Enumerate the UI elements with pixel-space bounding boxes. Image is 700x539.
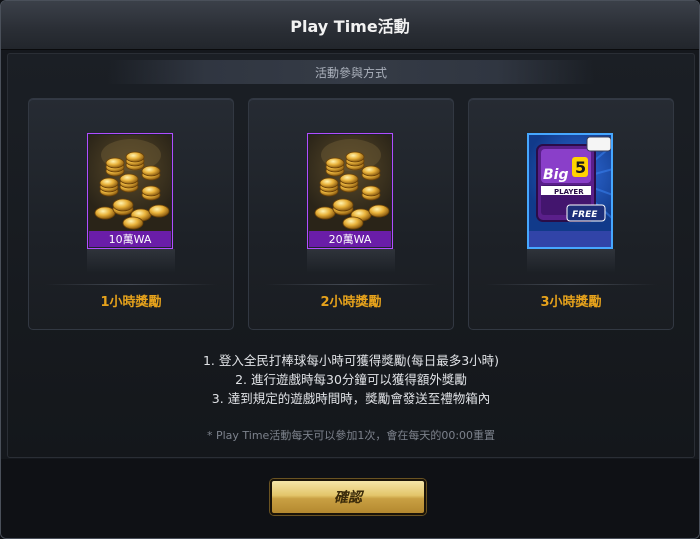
reward-time-label: 1小時獎勵: [100, 295, 162, 310]
item-amount-tag: 10萬WA: [89, 231, 171, 247]
dialog-footer: 確認: [1, 459, 699, 538]
item-reflection: [307, 249, 395, 273]
dialog-title: Play Time活動: [290, 17, 410, 36]
gold-coins-icon: [89, 135, 171, 231]
reward-time-label: 2小時獎勵: [320, 295, 382, 310]
reward-card-1h: 10萬WA 1小時獎勵: [28, 98, 234, 330]
reward-item-2h[interactable]: 20萬WA: [307, 133, 393, 249]
reward-item-3h[interactable]: Big 5 PLAYER FREE: [527, 133, 613, 249]
instruction-line: 1. 登入全民打棒球每小時可獲得獎勵(每日最多3小時): [202, 353, 500, 368]
play-time-dialog: Play Time活動 活動參與方式 10萬WA 1小時獎勵 20萬WA 2小時…: [0, 0, 700, 539]
confirm-button[interactable]: 確認: [270, 479, 426, 515]
big5-player-card-icon: Big 5 PLAYER FREE: [529, 135, 611, 231]
card-number-text: 5: [575, 158, 586, 177]
item-amount-tag: 20萬WA: [309, 231, 391, 247]
reward-card-2h: 20萬WA 2小時獎勵: [248, 98, 454, 330]
title-bar: Play Time活動: [1, 1, 699, 50]
item-reflection: [527, 249, 615, 273]
gold-coins-icon: [309, 135, 391, 231]
instruction-line: 2. 進行遊戲時每30分鐘可以獲得額外獎勵: [235, 372, 467, 387]
item-reflection: [87, 249, 175, 273]
section-header: 活動參與方式: [108, 60, 594, 84]
reward-time-label: 3小時獎勵: [540, 295, 602, 310]
instruction-line: 3. 達到規定的遊戲時間時，獎勵會發送至禮物箱內: [211, 391, 491, 406]
section-subtitle: 活動參與方式: [314, 65, 387, 80]
card-free-text: FREE: [572, 210, 598, 220]
item-amount-tag: [529, 231, 611, 247]
reward-card-3h: Big 5 PLAYER FREE 3小時獎勵: [468, 98, 674, 330]
card-divider: [45, 284, 217, 285]
card-divider: [265, 284, 437, 285]
card-divider: [485, 284, 657, 285]
card-player-text: PLAYER: [554, 188, 584, 196]
instructions-list: 1. 登入全民打棒球每小時可獲得獎勵(每日最多3小時) 2. 進行遊戲時每30分…: [8, 351, 694, 408]
content-panel: 活動參與方式 10萬WA 1小時獎勵 20萬WA 2小時獎勵 Big 5 PLA…: [7, 53, 695, 458]
reward-item-1h[interactable]: 10萬WA: [87, 133, 173, 249]
reset-note: * Play Time活動每天可以參加1次，會在每天的00:00重置: [206, 429, 496, 442]
card-big-text: Big: [543, 167, 569, 183]
